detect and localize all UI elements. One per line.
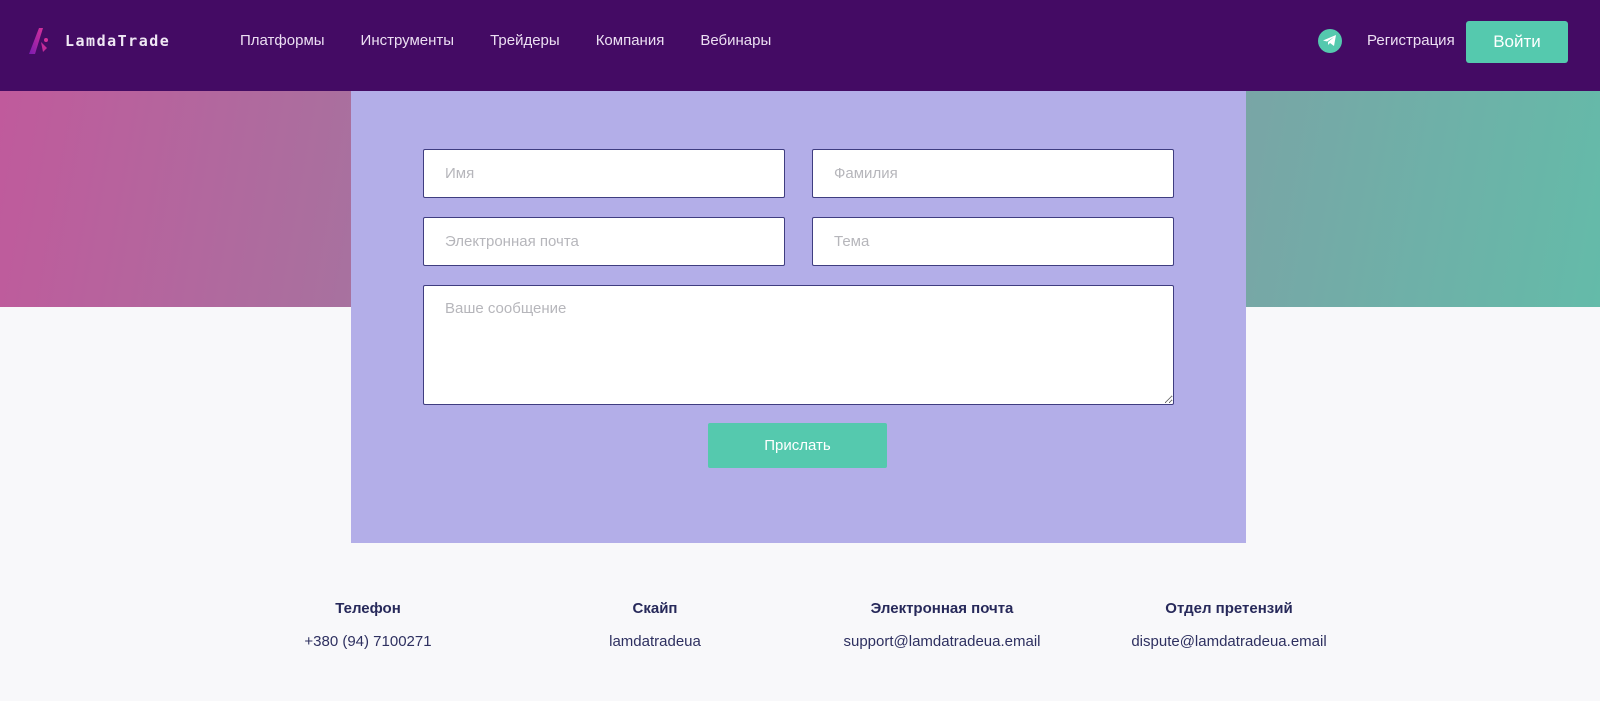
contact-title: Электронная почта <box>870 600 1014 617</box>
message-textarea[interactable] <box>423 285 1174 405</box>
contact-form: Прислать <box>351 91 1246 543</box>
last-name-input[interactable] <box>812 149 1174 198</box>
logo[interactable]: LamdaTrade <box>29 28 170 54</box>
contact-skype: Скайп lamdatradeua <box>515 600 795 650</box>
contact-email: Электронная почта support@lamdatradeua.e… <box>802 600 1082 650</box>
contact-title: Отдел претензий <box>1165 600 1293 617</box>
contact-value[interactable]: lamdatradeua <box>515 633 795 650</box>
subject-input[interactable] <box>812 217 1174 266</box>
top-nav-bar: LamdaTrade Платформы Инструменты Трейдер… <box>0 0 1600 91</box>
nav-platforms[interactable]: Платформы <box>240 32 325 49</box>
nav-instruments[interactable]: Инструменты <box>361 32 455 49</box>
logo-icon <box>29 28 48 54</box>
register-link[interactable]: Регистрация <box>1367 32 1455 49</box>
logo-text: LamdaTrade <box>65 32 171 50</box>
nav-traders[interactable]: Трейдеры <box>490 32 560 49</box>
main-nav: Платформы Инструменты Трейдеры Компания … <box>240 32 771 49</box>
telegram-icon[interactable] <box>1318 29 1342 53</box>
contact-disputes: Отдел претензий dispute@lamdatradeua.ema… <box>1089 600 1369 650</box>
nav-company[interactable]: Компания <box>596 32 665 49</box>
nav-webinars[interactable]: Вебинары <box>700 32 771 49</box>
contact-title: Телефон <box>335 600 401 617</box>
contact-value[interactable]: support@lamdatradeua.email <box>802 633 1082 650</box>
contact-value[interactable]: +380 (94) 7100271 <box>228 633 508 650</box>
email-input[interactable] <box>423 217 785 266</box>
contact-phone: Телефон +380 (94) 7100271 <box>228 600 508 650</box>
submit-button[interactable]: Прислать <box>708 423 887 468</box>
login-button[interactable]: Войти <box>1466 21 1568 63</box>
first-name-input[interactable] <box>423 149 785 198</box>
contact-value[interactable]: dispute@lamdatradeua.email <box>1089 633 1369 650</box>
contact-title: Скайп <box>632 600 678 617</box>
